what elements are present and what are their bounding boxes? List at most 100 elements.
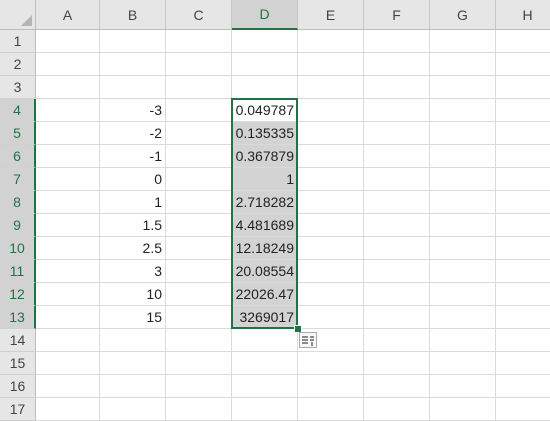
quick-analysis-button[interactable] [299, 332, 317, 348]
column-header-c[interactable]: C [166, 0, 232, 30]
cell-h5[interactable] [496, 122, 550, 145]
cell-e1[interactable] [298, 30, 364, 53]
cell-f3[interactable] [364, 76, 430, 99]
cell-f4[interactable] [364, 99, 430, 122]
cell-h6[interactable] [496, 145, 550, 168]
cell-h12[interactable] [496, 283, 550, 306]
row-header-2[interactable]: 2 [0, 53, 36, 76]
column-header-d[interactable]: D [232, 0, 298, 30]
cell-f11[interactable] [364, 260, 430, 283]
cell-g5[interactable] [430, 122, 496, 145]
row-header-5[interactable]: 5 [0, 122, 36, 145]
cell-g2[interactable] [430, 53, 496, 76]
cell-a14[interactable] [36, 329, 100, 352]
cell-f16[interactable] [364, 375, 430, 398]
cell-e9[interactable] [298, 214, 364, 237]
cell-d16[interactable] [232, 375, 298, 398]
column-header-b[interactable]: B [100, 0, 166, 30]
cell-d5[interactable]: 0.135335 [232, 122, 298, 145]
cell-e7[interactable] [298, 168, 364, 191]
cell-a10[interactable] [36, 237, 100, 260]
cell-a7[interactable] [36, 168, 100, 191]
row-header-13[interactable]: 13 [0, 306, 36, 329]
cell-h13[interactable] [496, 306, 550, 329]
cell-h8[interactable] [496, 191, 550, 214]
cell-f1[interactable] [364, 30, 430, 53]
row-header-11[interactable]: 11 [0, 260, 36, 283]
cell-h9[interactable] [496, 214, 550, 237]
cell-d10[interactable]: 12.18249 [232, 237, 298, 260]
cell-d1[interactable] [232, 30, 298, 53]
cell-f14[interactable] [364, 329, 430, 352]
cell-a5[interactable] [36, 122, 100, 145]
row-header-6[interactable]: 6 [0, 145, 36, 168]
cell-c2[interactable] [166, 53, 232, 76]
cell-g4[interactable] [430, 99, 496, 122]
cell-b8[interactable]: 1 [100, 191, 166, 214]
cell-g13[interactable] [430, 306, 496, 329]
cell-h1[interactable] [496, 30, 550, 53]
cell-c14[interactable] [166, 329, 232, 352]
cell-f8[interactable] [364, 191, 430, 214]
cell-a12[interactable] [36, 283, 100, 306]
cell-d9[interactable]: 4.481689 [232, 214, 298, 237]
cell-h3[interactable] [496, 76, 550, 99]
cell-e12[interactable] [298, 283, 364, 306]
cell-f2[interactable] [364, 53, 430, 76]
cell-f12[interactable] [364, 283, 430, 306]
cell-c16[interactable] [166, 375, 232, 398]
cell-c11[interactable] [166, 260, 232, 283]
cell-b16[interactable] [100, 375, 166, 398]
cell-b15[interactable] [100, 352, 166, 375]
cell-h2[interactable] [496, 53, 550, 76]
row-header-9[interactable]: 9 [0, 214, 36, 237]
cell-a8[interactable] [36, 191, 100, 214]
cell-d3[interactable] [232, 76, 298, 99]
cell-c12[interactable] [166, 283, 232, 306]
cell-b14[interactable] [100, 329, 166, 352]
cell-e3[interactable] [298, 76, 364, 99]
column-header-f[interactable]: F [364, 0, 430, 30]
cell-h17[interactable] [496, 398, 550, 421]
cell-d7[interactable]: 1 [232, 168, 298, 191]
cell-c13[interactable] [166, 306, 232, 329]
cell-a9[interactable] [36, 214, 100, 237]
cell-c4[interactable] [166, 99, 232, 122]
cell-c7[interactable] [166, 168, 232, 191]
column-header-a[interactable]: A [36, 0, 100, 30]
cell-b4[interactable]: -3 [100, 99, 166, 122]
cell-b10[interactable]: 2.5 [100, 237, 166, 260]
cell-d15[interactable] [232, 352, 298, 375]
cell-d2[interactable] [232, 53, 298, 76]
cell-g7[interactable] [430, 168, 496, 191]
cell-f10[interactable] [364, 237, 430, 260]
cell-a2[interactable] [36, 53, 100, 76]
cell-e8[interactable] [298, 191, 364, 214]
cell-a1[interactable] [36, 30, 100, 53]
cell-b13[interactable]: 15 [100, 306, 166, 329]
cell-d8[interactable]: 2.718282 [232, 191, 298, 214]
row-header-3[interactable]: 3 [0, 76, 36, 99]
cell-g1[interactable] [430, 30, 496, 53]
select-all-corner[interactable] [0, 0, 36, 30]
cell-h10[interactable] [496, 237, 550, 260]
cell-e2[interactable] [298, 53, 364, 76]
cell-g10[interactable] [430, 237, 496, 260]
cell-c17[interactable] [166, 398, 232, 421]
row-header-14[interactable]: 14 [0, 329, 36, 352]
cell-c9[interactable] [166, 214, 232, 237]
row-header-12[interactable]: 12 [0, 283, 36, 306]
cell-a13[interactable] [36, 306, 100, 329]
cell-f13[interactable] [364, 306, 430, 329]
column-header-g[interactable]: G [430, 0, 496, 30]
cell-c1[interactable] [166, 30, 232, 53]
cell-a15[interactable] [36, 352, 100, 375]
cell-f5[interactable] [364, 122, 430, 145]
cell-g9[interactable] [430, 214, 496, 237]
cell-g6[interactable] [430, 145, 496, 168]
cell-d4[interactable]: 0.049787 [232, 99, 298, 122]
column-header-e[interactable]: E [298, 0, 364, 30]
cell-f15[interactable] [364, 352, 430, 375]
cell-b2[interactable] [100, 53, 166, 76]
cell-b17[interactable] [100, 398, 166, 421]
